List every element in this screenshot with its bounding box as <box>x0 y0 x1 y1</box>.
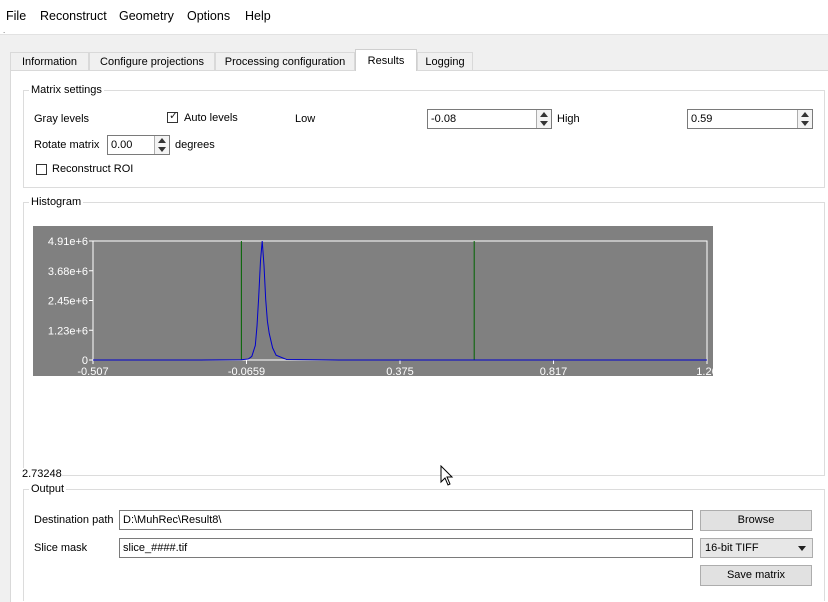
low-spinbox[interactable]: -0.08 <box>427 109 552 129</box>
low-stepper[interactable] <box>536 110 551 128</box>
menu-reconstruct[interactable]: Reconstruct <box>40 9 107 23</box>
high-label: High <box>557 113 580 125</box>
arrow-down-icon[interactable] <box>540 121 548 126</box>
x-tick-label: -0.0659 <box>228 366 265 376</box>
histogram-title: Histogram <box>29 196 84 208</box>
low-value: -0.08 <box>431 113 457 125</box>
menu-geometry[interactable]: Geometry <box>119 9 174 23</box>
file-format-value: 16-bit TIFF <box>705 542 759 554</box>
rotate-matrix-label: Rotate matrix <box>34 139 100 151</box>
auto-levels-checkbox[interactable]: ✓ <box>167 110 179 123</box>
destination-path-input[interactable]: D:\MuhRec\Result8\ <box>119 510 693 530</box>
browse-button[interactable]: Browse <box>700 510 812 531</box>
toolbar-handle: . <box>3 26 6 35</box>
plot-frame <box>92 240 708 361</box>
slice-mask-input[interactable]: slice_####.tif <box>119 538 693 558</box>
menu-file[interactable]: File <box>6 9 26 23</box>
histogram-series-line <box>93 240 707 361</box>
output-group: Output Destination path D:\MuhRec\Result… <box>23 483 825 601</box>
low-label: Low <box>295 113 316 125</box>
destination-path-value: D:\MuhRec\Result8\ <box>123 514 222 526</box>
degrees-label: degrees <box>175 139 215 151</box>
high-stepper[interactable] <box>797 110 812 128</box>
results-panel: Matrix settings Gray levels ✓ Auto level… <box>10 70 828 602</box>
arrow-up-icon[interactable] <box>540 112 548 117</box>
x-tick-label: -0.507 <box>77 366 108 376</box>
arrow-up-icon[interactable] <box>158 138 166 143</box>
destination-path-label: Destination path <box>34 514 114 526</box>
y-tick-label: 4.91e+6 <box>48 236 88 248</box>
histogram-plot: 0 1.23e+6 2.45e+6 3.68e+6 4.91e+6 -0.507 -0.06… <box>33 226 718 378</box>
high-spinbox[interactable]: 0.59 <box>687 109 813 129</box>
tab-logging[interactable]: Logging <box>417 52 473 71</box>
tab-information[interactable]: Information <box>10 52 89 71</box>
y-tick-label: 3.68e+6 <box>48 266 88 278</box>
arrow-down-icon[interactable] <box>801 121 809 126</box>
reconstruct-roi-checkbox[interactable] <box>36 164 47 175</box>
histogram-chart: 01.23e+62.45e+63.68e+64.91e+6-0.507 -0.06… <box>48 236 718 378</box>
auto-levels-label: Auto levels <box>184 112 238 124</box>
matrix-settings-group: Matrix settings Gray levels ✓ Auto level… <box>23 84 825 188</box>
save-matrix-button[interactable]: Save matrix <box>700 565 812 586</box>
tab-processing-configuration[interactable]: Processing configuration <box>215 52 355 71</box>
x-tick-label: 1.26 <box>696 366 713 376</box>
tab-configure-projections[interactable]: Configure projections <box>89 52 215 71</box>
arrow-down-icon[interactable] <box>158 147 166 152</box>
gray-levels-label: Gray levels <box>34 113 90 125</box>
menu-bar: File Reconstruct Geometry Options Help <box>0 0 828 35</box>
y-tick-label: 2.45e+6 <box>48 296 88 308</box>
file-format-select[interactable]: 16-bit TIFF <box>700 538 813 558</box>
histogram-bottom-value: 2.73248 <box>22 468 62 480</box>
slice-mask-value: slice_####.tif <box>123 542 188 554</box>
mouse-cursor-icon <box>440 465 454 486</box>
high-value: 0.59 <box>691 113 713 125</box>
check-icon: ✓ <box>169 110 179 122</box>
x-tick-label: 0.817 <box>540 366 568 376</box>
rotate-matrix-spinbox[interactable]: 0.00 <box>107 135 170 155</box>
rotate-value: 0.00 <box>111 139 133 151</box>
tab-results[interactable]: Results <box>355 49 417 71</box>
x-tick-label: 0.375 <box>386 366 414 376</box>
reconstruct-roi-label: Reconstruct ROI <box>52 163 134 175</box>
slice-mask-label: Slice mask <box>34 542 88 554</box>
menu-options[interactable]: Options <box>187 9 230 23</box>
output-title: Output <box>29 483 67 495</box>
rotate-stepper[interactable] <box>154 136 169 154</box>
chevron-down-icon[interactable] <box>798 546 806 551</box>
matrix-settings-title: Matrix settings <box>29 84 104 96</box>
menu-help[interactable]: Help <box>245 9 271 23</box>
arrow-up-icon[interactable] <box>801 112 809 117</box>
y-tick-label: 1.23e+6 <box>48 325 88 337</box>
